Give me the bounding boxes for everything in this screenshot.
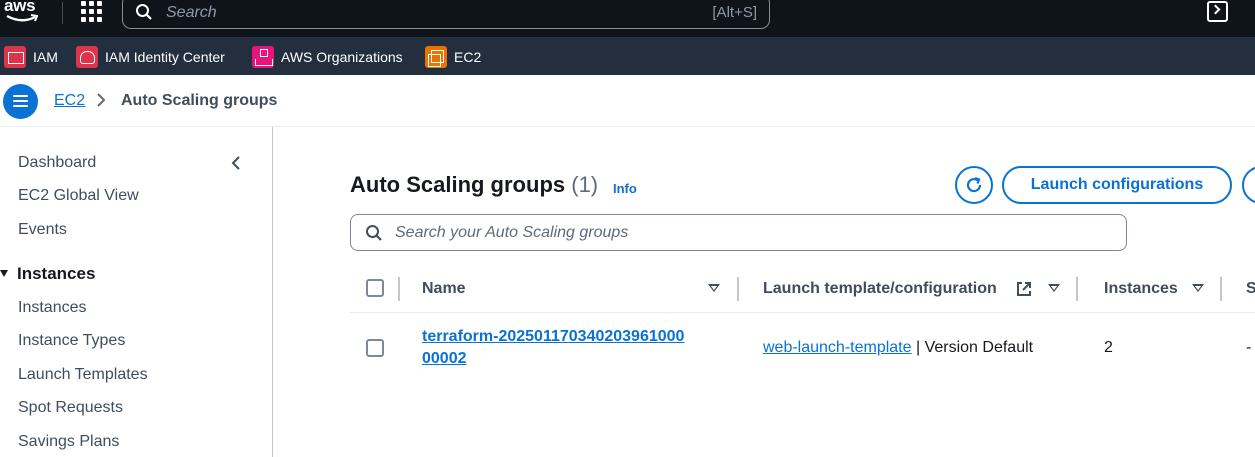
asg-search-input[interactable]: Search your Auto Scaling groups <box>350 214 1127 251</box>
favorite-label: EC2 <box>454 49 482 65</box>
aws-logo[interactable]: aws <box>2 0 46 26</box>
cloudshell-icon[interactable] <box>1207 1 1228 22</box>
sidebar-item-instance-types[interactable]: Instance Types <box>18 332 125 350</box>
asg-search-placeholder: Search your Auto Scaling groups <box>395 224 629 241</box>
sidebar-item-events[interactable]: Events <box>18 221 67 239</box>
launch-configurations-button[interactable]: Launch configurations <box>1002 166 1232 204</box>
sort-icon[interactable] <box>1192 284 1204 292</box>
asg-name-line1: terraform-20250117034020396100​0 <box>422 328 685 345</box>
instances-cell: 2 <box>1104 339 1113 356</box>
chevron-left-icon[interactable] <box>229 155 243 171</box>
column-divider <box>1220 277 1222 301</box>
sidebar-item-dashboard[interactable]: Dashboard <box>18 154 96 172</box>
actions-button[interactable] <box>1242 166 1255 204</box>
sidebar-item-launch-templates[interactable]: Launch Templates <box>18 366 148 384</box>
breadcrumb-bar: EC2 Auto Scaling groups <box>0 75 1255 127</box>
global-search-input[interactable]: Search [Alt+S] <box>122 0 770 29</box>
sidebar-section-label: Instances <box>17 264 96 283</box>
favorite-ec2[interactable]: EC2 <box>425 46 481 68</box>
favorite-label: IAM <box>33 49 58 65</box>
column-divider <box>398 277 400 301</box>
sidebar: Dashboard EC2 Global View Events Instanc… <box>0 127 273 457</box>
search-icon <box>366 225 382 241</box>
chevron-right-icon <box>97 93 106 107</box>
favorite-label: AWS Organizations <box>281 49 403 65</box>
nav-divider <box>62 2 63 24</box>
iam-icon <box>4 46 26 68</box>
search-placeholder: Search <box>166 4 217 21</box>
status-cell: - <box>1246 339 1252 356</box>
sidebar-section-instances[interactable]: Instances <box>0 264 95 284</box>
sidebar-item-ec2-global-view[interactable]: EC2 Global View <box>18 187 139 205</box>
row-checkbox[interactable] <box>366 339 384 357</box>
sort-icon[interactable] <box>708 284 720 292</box>
sidebar-item-savings-plans[interactable]: Savings Plans <box>18 433 119 451</box>
iam-identity-center-icon <box>76 46 98 68</box>
column-header-launch-template[interactable]: Launch template/configuration <box>763 280 997 298</box>
top-navigation: aws Search [Alt+S] <box>0 0 1255 37</box>
column-header-instances[interactable]: Instances <box>1104 280 1178 298</box>
launch-template-version: | Version Default <box>911 339 1034 356</box>
external-link-icon[interactable] <box>1016 281 1032 297</box>
favorite-label: IAM Identity Center <box>105 49 225 65</box>
page-title-count: (1) <box>571 172 599 197</box>
aws-smile-icon <box>6 14 38 22</box>
favorite-iam-identity-center[interactable]: IAM Identity Center <box>76 46 225 68</box>
asg-name-link[interactable]: terraform-20250117034020396100​0 00002 <box>422 326 722 370</box>
column-header-status[interactable]: S <box>1246 280 1255 298</box>
caret-down-icon <box>0 270 8 277</box>
select-all-checkbox[interactable] <box>366 279 384 297</box>
favorites-bar: IAM IAM Identity Center AWS Organization… <box>0 37 1255 75</box>
launch-template-cell: web-launch-template | Version Default <box>763 339 1033 357</box>
menu-toggle-button[interactable] <box>3 84 38 119</box>
table-header: Name Launch template/configuration Insta… <box>350 265 1255 313</box>
launch-template-link[interactable]: web-launch-template <box>763 339 912 356</box>
column-header-name[interactable]: Name <box>422 280 466 298</box>
page-title-text: Auto Scaling groups <box>350 172 566 197</box>
sidebar-item-instances[interactable]: Instances <box>18 299 86 317</box>
column-divider <box>1076 277 1078 301</box>
refresh-button[interactable] <box>955 166 993 204</box>
services-menu-icon[interactable] <box>81 1 102 22</box>
ec2-icon <box>425 46 447 68</box>
sidebar-item-spot-requests[interactable]: Spot Requests <box>18 399 123 417</box>
breadcrumb-ec2-link[interactable]: EC2 <box>54 92 85 110</box>
asg-name-line2: 00002 <box>422 350 467 367</box>
breadcrumb-current: Auto Scaling groups <box>121 92 278 109</box>
column-divider <box>737 277 739 301</box>
favorite-aws-organizations[interactable]: AWS Organizations <box>252 46 403 68</box>
search-icon <box>136 4 152 20</box>
info-link[interactable]: Info <box>613 181 637 196</box>
favorite-iam[interactable]: IAM <box>4 46 58 68</box>
page-title: Auto Scaling groups (1) <box>350 172 598 198</box>
sort-icon[interactable] <box>1048 284 1060 292</box>
aws-organizations-icon <box>252 46 274 68</box>
search-shortcut: [Alt+S] <box>712 4 757 21</box>
refresh-icon <box>966 176 982 193</box>
